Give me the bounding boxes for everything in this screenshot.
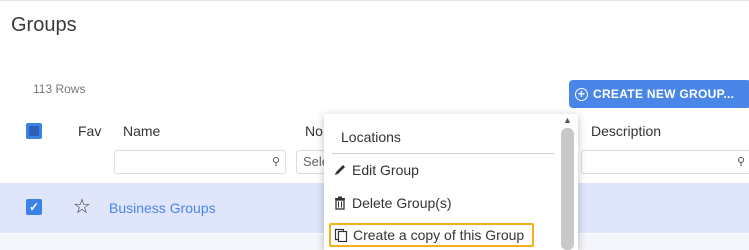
search-icon: ⚲: [736, 156, 745, 168]
create-new-group-label: CREATE NEW GROUP...: [593, 87, 735, 101]
top-divider: [0, 0, 749, 1]
edit-group-label: Edit Group: [352, 162, 419, 178]
delete-groups-menu-item[interactable]: Delete Group(s): [333, 195, 452, 211]
select-all-checkbox[interactable]: [26, 123, 42, 139]
scroll-up-arrow-icon[interactable]: ▲: [563, 115, 572, 125]
description-filter-input[interactable]: ⚲: [581, 150, 749, 174]
context-menu-header: Locations: [341, 129, 401, 145]
row-checkbox[interactable]: ✓: [26, 199, 42, 215]
row-name-link[interactable]: Business Groups: [109, 200, 216, 216]
search-icon: ⚲: [271, 156, 280, 168]
create-new-group-button[interactable]: + CREATE NEW GROUP...: [569, 80, 749, 108]
edit-group-menu-item[interactable]: Edit Group: [333, 162, 419, 178]
column-header-fav[interactable]: Fav: [78, 123, 101, 139]
delete-groups-label: Delete Group(s): [352, 195, 452, 211]
create-copy-menu-item[interactable]: Create a copy of this Group: [329, 223, 535, 247]
context-menu-divider: [332, 153, 554, 154]
star-outline-icon[interactable]: ☆: [73, 194, 91, 219]
column-header-name[interactable]: Name: [123, 123, 160, 139]
scrollbar-thumb[interactable]: [561, 128, 574, 250]
context-menu: Locations Edit Group Delete Group(s) Cre…: [324, 114, 578, 250]
page-title: Groups: [11, 14, 77, 36]
copy-icon: [334, 228, 348, 242]
column-header-description[interactable]: Description: [591, 123, 661, 139]
rows-count: 113 Rows: [33, 82, 86, 96]
trash-icon: [335, 196, 345, 210]
pencil-icon: [335, 165, 345, 175]
name-filter-input[interactable]: ⚲: [114, 150, 286, 174]
plus-circle-icon: +: [575, 87, 588, 101]
create-copy-label: Create a copy of this Group: [353, 227, 525, 243]
